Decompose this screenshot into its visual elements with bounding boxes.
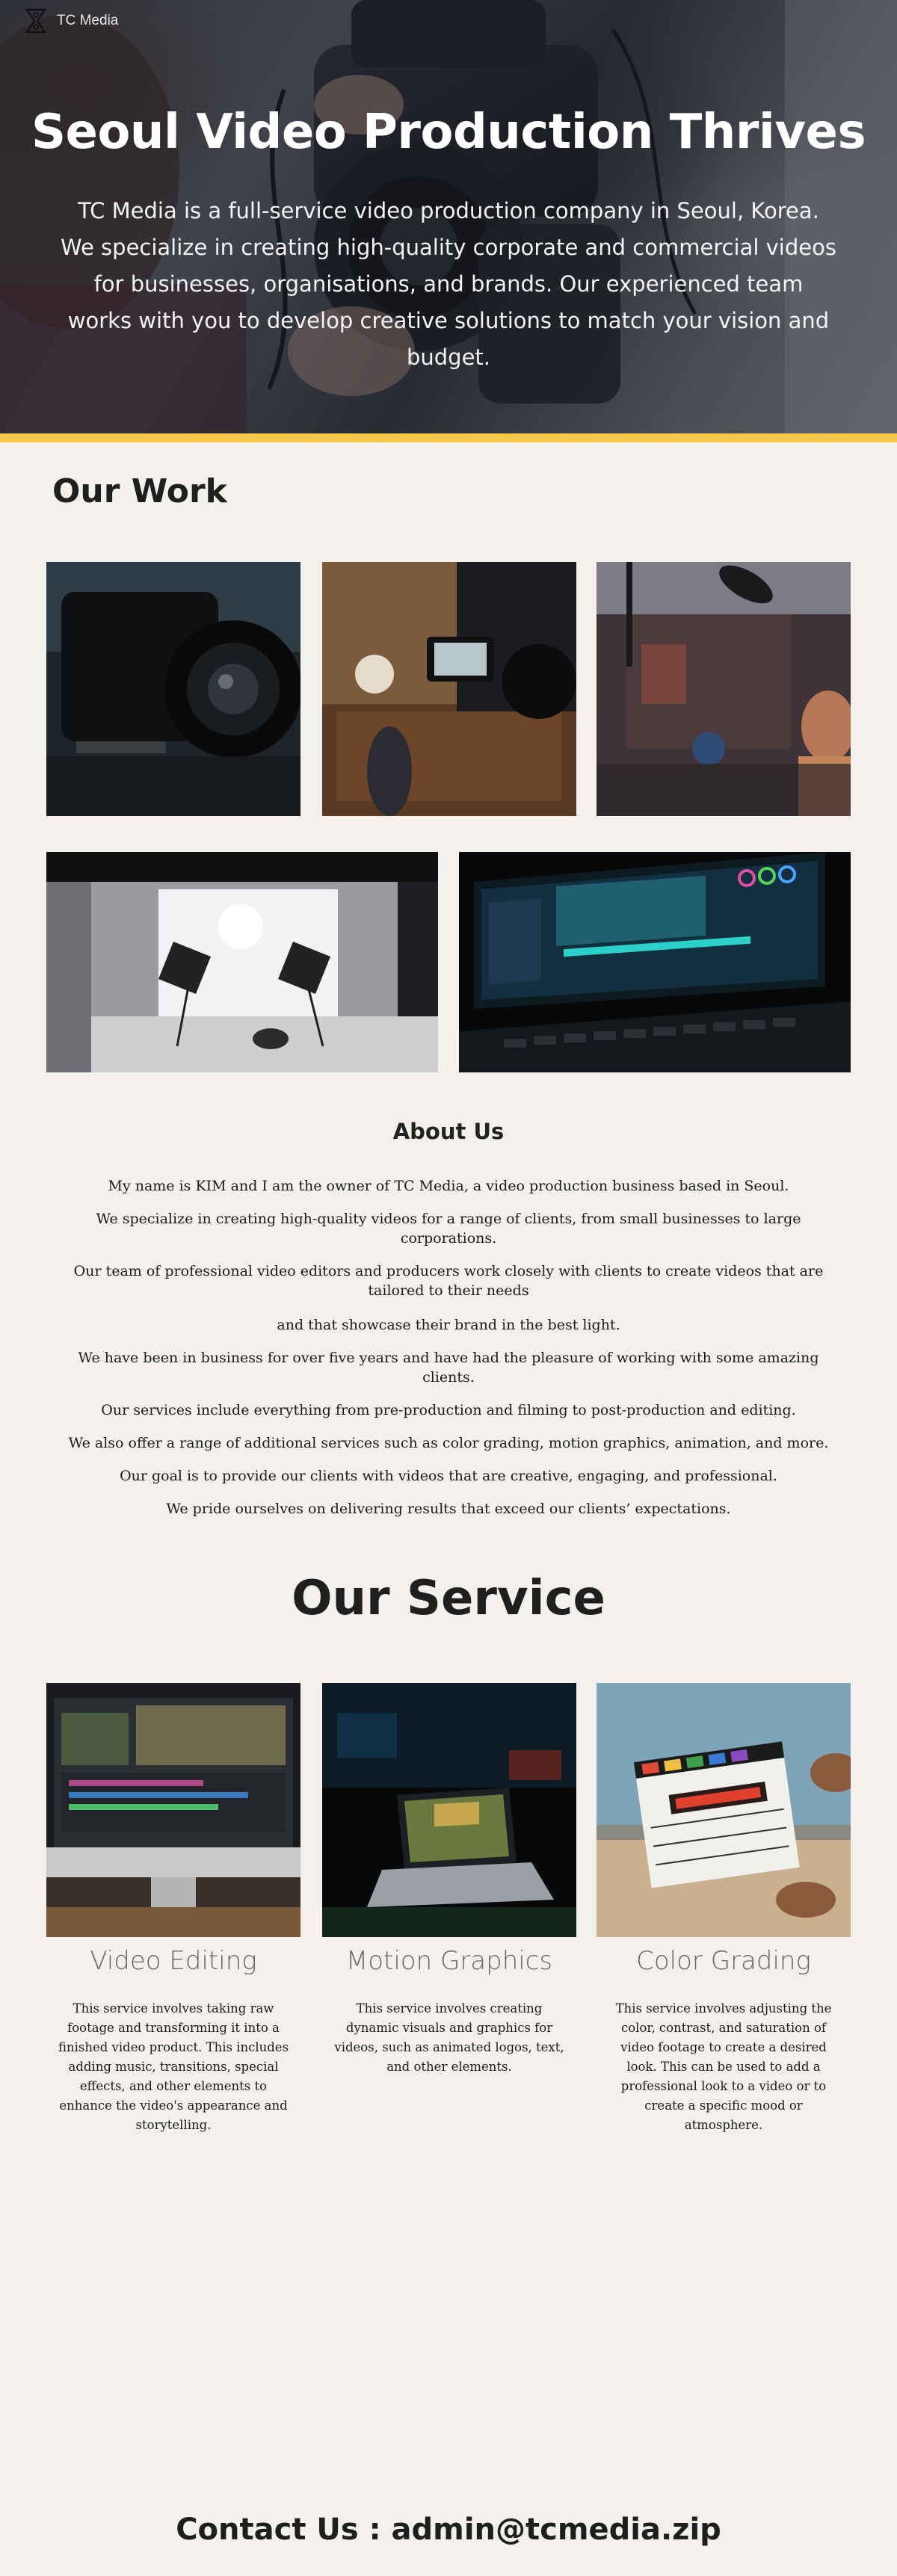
our-work-title: Our Work xyxy=(52,472,227,510)
work-photo-microphone-subject xyxy=(597,562,851,816)
about-line: We specialize in creating high-quality v… xyxy=(96,1211,801,1247)
hero-section: TC Media Seoul Video Production Thrives … xyxy=(0,0,897,433)
our-service-title: Our Service xyxy=(292,1571,605,1626)
about-us-title: About Us xyxy=(392,1119,505,1144)
work-photo-cinema-camera xyxy=(46,562,300,816)
work-photo-editing-monitor xyxy=(459,852,851,1072)
service-photo-motion-graphics xyxy=(322,1683,576,1937)
hero-description: TC Media is a full-service video product… xyxy=(61,198,836,370)
about-line: We have been in business for over five y… xyxy=(78,1350,819,1386)
service-photo-video-editing xyxy=(46,1683,300,1937)
service-description-motion-graphics: This service involves creating dynamic v… xyxy=(334,2001,564,2074)
about-line: My name is KIM and I am the owner of TC … xyxy=(108,1178,789,1194)
service-photo-color-grading xyxy=(597,1683,851,1937)
about-line: Our goal is to provide our clients with … xyxy=(120,1468,777,1484)
work-photo-camera-interview xyxy=(322,562,576,816)
about-line: Our services include everything from pre… xyxy=(101,1402,796,1418)
service-description-color-grading: This service involves adjusting the colo… xyxy=(615,2001,832,2132)
service-description-video-editing: This service involves taking raw footage… xyxy=(58,2001,289,2132)
film-reel-logo-icon xyxy=(25,8,47,34)
brand-logo[interactable]: TC Media xyxy=(24,7,118,34)
service-name-color-grading: Color Grading xyxy=(636,1946,811,1976)
about-line: We also offer a range of additional serv… xyxy=(68,1435,829,1451)
service-name-motion-graphics: Motion Graphics xyxy=(345,1946,553,1976)
hero-title: Seoul Video Production Thrives xyxy=(31,105,866,160)
brand-name: TC Media xyxy=(57,13,119,28)
work-photo-studio-lighting xyxy=(46,852,438,1072)
about-line: We pride ourselves on delivering results… xyxy=(166,1501,731,1517)
service-name-video-editing: Video Editing xyxy=(90,1946,257,1976)
about-line: Our team of professional video editors a… xyxy=(73,1263,824,1299)
hero-accent-bar xyxy=(0,433,897,442)
contact-email[interactable]: Contact Us : admin@tcmedia.zip xyxy=(0,2512,897,2547)
about-line: and that showcase their brand in the bes… xyxy=(277,1317,620,1333)
